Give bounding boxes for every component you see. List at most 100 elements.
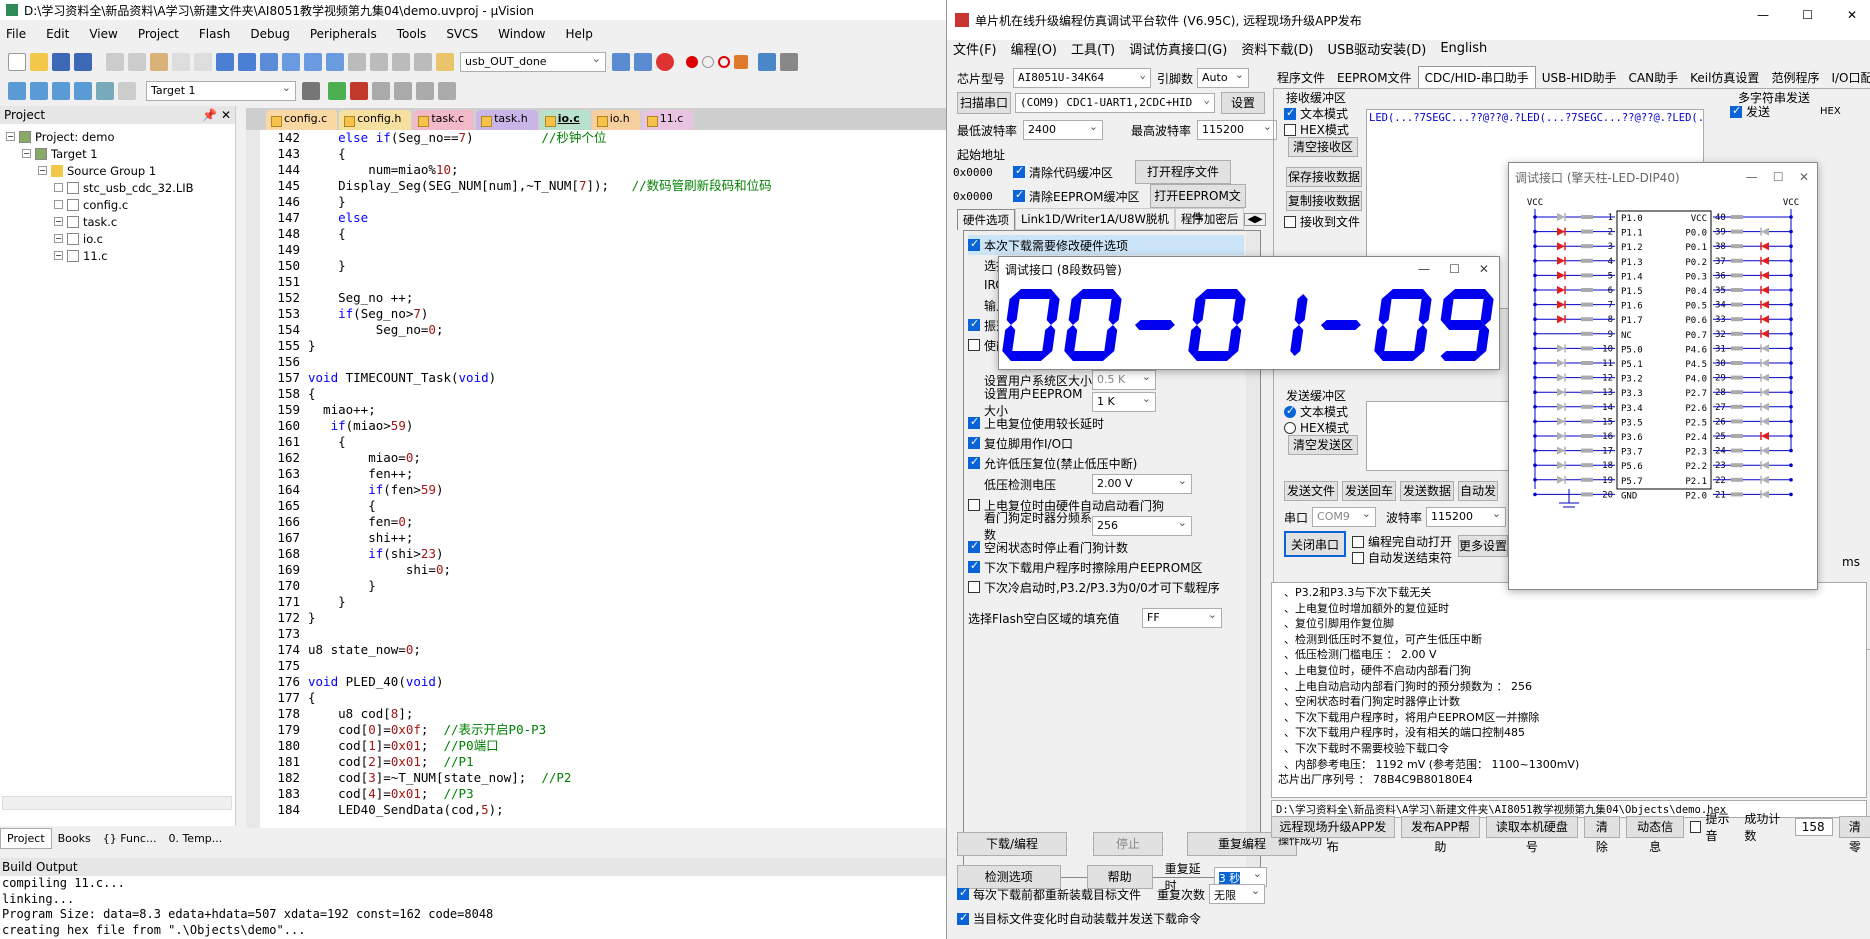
copy-icon[interactable]: [128, 53, 146, 71]
file-tab-task-c[interactable]: task.c: [413, 110, 475, 130]
option-checkbox[interactable]: [968, 581, 980, 593]
bottom-button-1[interactable]: 发布APP帮助: [1400, 816, 1481, 854]
hw-tab-2[interactable]: 程序加密后: [1174, 208, 1245, 230]
close-icon[interactable]: ✕: [1847, 8, 1857, 22]
breakpoint-kill-icon[interactable]: [734, 55, 748, 69]
tree-item[interactable]: − Project: demo: [0, 128, 235, 145]
port-select-2[interactable]: COM9: [1312, 507, 1377, 527]
log-output[interactable]: 、P3.2和P3.3与下次下载无关 、上电复位时增加额外的复位延时 、复位引脚用作复…: [1271, 582, 1867, 847]
port-settings-button[interactable]: 设置: [1221, 92, 1265, 114]
paste-icon[interactable]: [150, 53, 168, 71]
rebuild-icon[interactable]: [52, 82, 70, 100]
reload-checkbox[interactable]: [957, 886, 969, 900]
file-tab-io-h[interactable]: io.h: [591, 110, 640, 130]
copy-recv-button[interactable]: 复制接收数据: [1286, 191, 1362, 211]
led-window-controls[interactable]: — ☐ ✕: [1746, 170, 1809, 184]
tree-item[interactable]: − io.c: [0, 230, 235, 247]
recv-file-checkbox[interactable]: [1284, 215, 1296, 228]
option-checkbox[interactable]: [968, 539, 980, 553]
menu-file[interactable]: File: [6, 27, 26, 41]
manage-components-icon[interactable]: [328, 82, 346, 100]
minimize-icon[interactable]: —: [1757, 8, 1769, 22]
menu-svcs[interactable]: SVCS: [446, 27, 478, 41]
bottom-tab-1[interactable]: Books: [52, 829, 97, 848]
breakpoint-clear-icon[interactable]: [718, 56, 730, 68]
send-text-radio[interactable]: [1284, 404, 1296, 418]
pack-installer-icon[interactable]: [372, 82, 390, 100]
file-tab-task-h[interactable]: task.h: [476, 110, 538, 130]
hw-tab-scroll-icon[interactable]: ◀▶: [1244, 212, 1266, 226]
right-tab-5[interactable]: Keil仿真设置: [1684, 67, 1765, 88]
save-icon[interactable]: [52, 53, 70, 71]
send-file-button[interactable]: 发送文件: [1284, 481, 1338, 501]
recv-text-radio[interactable]: [1284, 106, 1296, 120]
right-tab-0[interactable]: 程序文件: [1271, 67, 1331, 88]
max-baud-select[interactable]: 115200: [1197, 120, 1277, 140]
tree-expander-icon[interactable]: −: [54, 234, 63, 243]
baud-select[interactable]: 115200: [1426, 507, 1507, 527]
file-tab-config-c[interactable]: config.c: [266, 110, 338, 130]
option-row[interactable]: 本次下载需要修改硬件选项: [968, 235, 1244, 255]
menu-help[interactable]: Help: [565, 27, 592, 41]
auto-send-button[interactable]: 自动发送: [1458, 481, 1498, 501]
bottom-button-0[interactable]: 远程现场升级APP发布: [1271, 816, 1395, 854]
breakpoint-disable-icon[interactable]: [702, 56, 714, 68]
right-tab-1[interactable]: EEPROM文件: [1331, 67, 1418, 88]
clear-count-button[interactable]: 清零: [1838, 816, 1870, 854]
more-settings-button[interactable]: 更多设置: [1458, 535, 1508, 557]
close-port-button[interactable]: 关闭串口: [1284, 531, 1346, 557]
bottom-button-3[interactable]: 清除: [1583, 816, 1620, 854]
hw-tab-0[interactable]: 硬件选项: [957, 208, 1015, 230]
save-all-icon[interactable]: [74, 53, 92, 71]
right-tab-6[interactable]: 范例程序: [1765, 67, 1825, 88]
maximize-icon[interactable]: ☐: [1802, 8, 1813, 22]
tree-item[interactable]: − Target 1: [0, 145, 235, 162]
menu-flash[interactable]: Flash: [199, 27, 230, 41]
build-icon[interactable]: [30, 82, 48, 100]
recv-hex-radio[interactable]: [1284, 123, 1296, 136]
auto-open-checkbox[interactable]: [1352, 535, 1364, 548]
menu-edit[interactable]: Edit: [46, 27, 69, 41]
isp-menu-item[interactable]: 编程(O): [1011, 39, 1057, 58]
menu-peripherals[interactable]: Peripherals: [310, 27, 377, 41]
menu-debug[interactable]: Debug: [250, 27, 289, 41]
tree-item[interactable]: stc_usb_cdc_32.LIB: [0, 179, 235, 196]
bottom-tab-3[interactable]: 0. Temp...: [162, 829, 228, 848]
debug-icon[interactable]: [656, 53, 674, 71]
menu-project[interactable]: Project: [138, 27, 179, 41]
build-output[interactable]: compiling 11.c... linking... Program Size:…: [0, 876, 990, 939]
menu-window[interactable]: Window: [498, 27, 545, 41]
tree-item[interactable]: − Source Group 1: [0, 162, 235, 179]
option-row[interactable]: 上电复位使用较长延时: [968, 413, 1260, 433]
tree-expander-icon[interactable]: −: [38, 166, 47, 175]
bottom-button-4[interactable]: 动态信息: [1625, 816, 1685, 854]
comment-icon[interactable]: [392, 53, 410, 71]
target-select[interactable]: Target 1: [146, 81, 296, 101]
open-eeprom-button[interactable]: 打开EEPROM文件: [1149, 184, 1246, 225]
save-recv-button[interactable]: 保存接收数据: [1286, 167, 1362, 187]
menu-tools[interactable]: Tools: [397, 27, 427, 41]
tree-item[interactable]: − 11.c: [0, 247, 235, 264]
cut-icon[interactable]: [106, 53, 124, 71]
beep-checkbox[interactable]: [1690, 821, 1702, 833]
breakpoint-icon[interactable]: [686, 56, 698, 68]
batch-build-icon[interactable]: [74, 82, 92, 100]
chip-select[interactable]: AI8051U-34K64: [1013, 68, 1151, 88]
isp-menu-item[interactable]: English: [1440, 41, 1487, 56]
right-tab-4[interactable]: CAN助手: [1623, 67, 1685, 88]
rte-icon[interactable]: [416, 82, 434, 100]
stop-build-icon[interactable]: [118, 82, 136, 100]
clear-code-checkbox[interactable]: [1013, 164, 1025, 178]
multi-project-icon[interactable]: [438, 82, 456, 100]
scan-port-button[interactable]: 扫描串口: [957, 92, 1011, 114]
clear-recv-button[interactable]: 清空接收区: [1288, 137, 1358, 157]
tree-item[interactable]: − task.c: [0, 213, 235, 230]
repeat-select[interactable]: 无限: [1209, 884, 1266, 904]
send-hex-radio[interactable]: [1284, 421, 1296, 434]
right-tab-3[interactable]: USB-HID助手: [1536, 67, 1623, 88]
isp-menu-item[interactable]: USB驱动安装(D): [1327, 39, 1426, 58]
target-combo[interactable]: usb_OUT_done: [460, 52, 606, 72]
find-in-files-icon[interactable]: [436, 53, 454, 71]
tree-expander-icon[interactable]: −: [22, 149, 31, 158]
option-checkbox[interactable]: [968, 317, 980, 331]
